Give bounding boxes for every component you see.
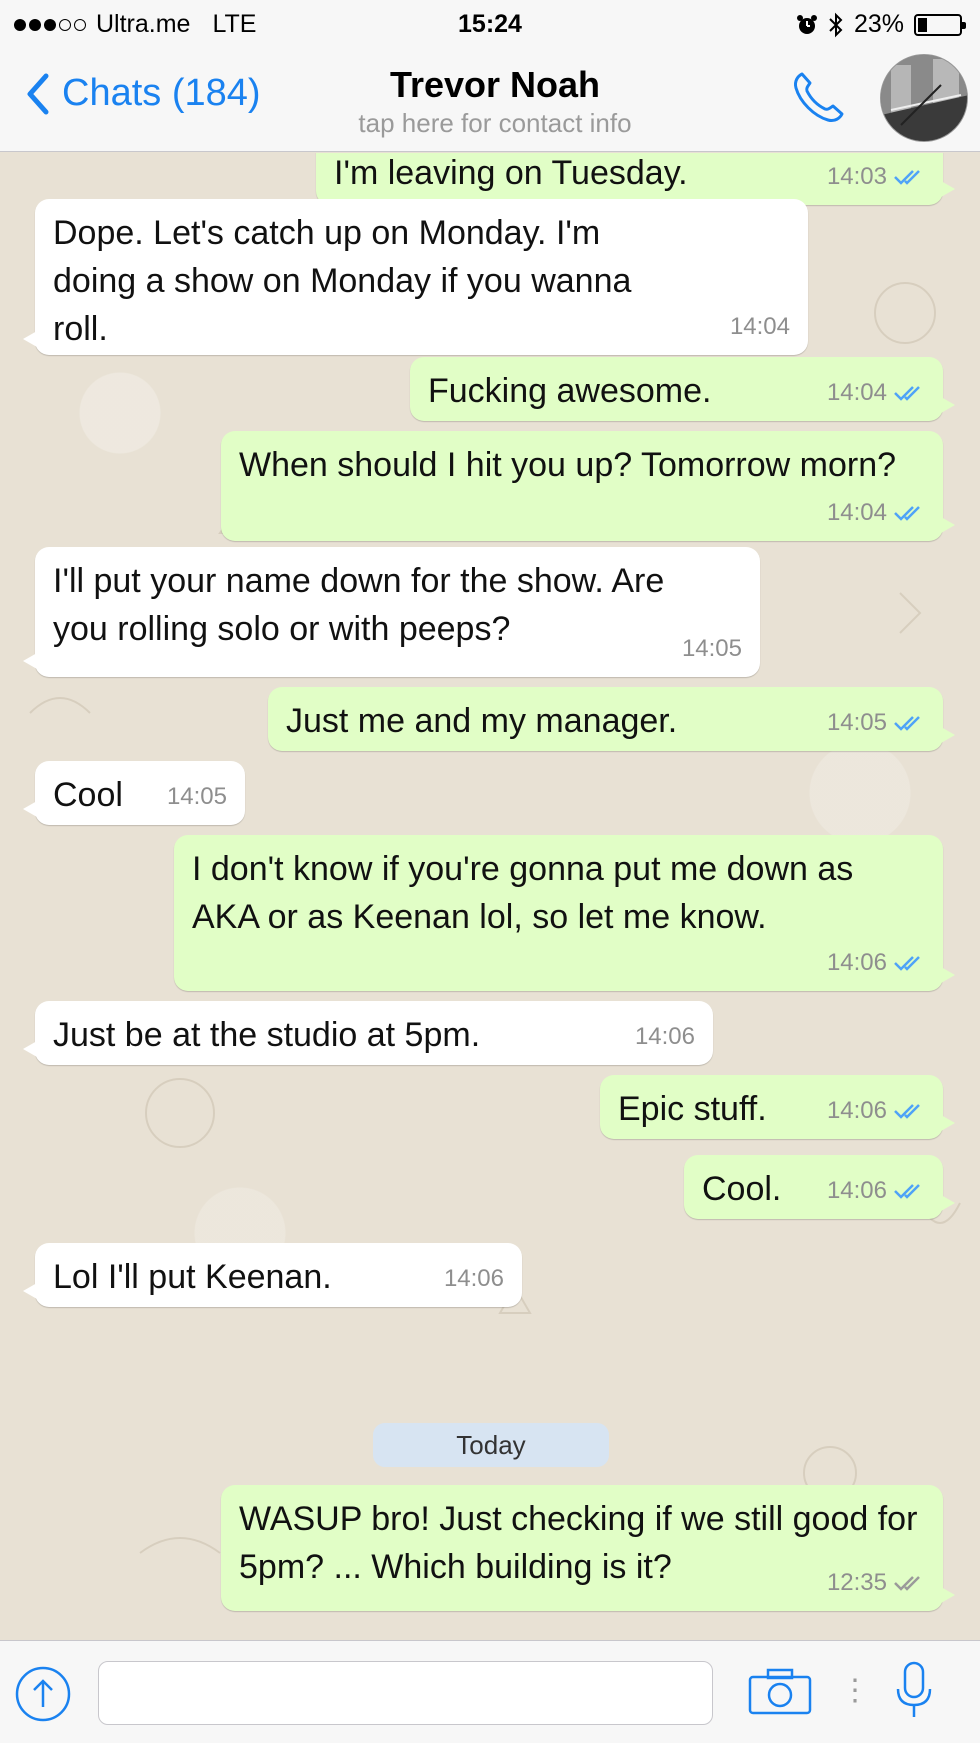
message-meta: 14:06	[827, 939, 925, 987]
battery-percent: 23%	[853, 10, 904, 38]
message-bubble-outgoing[interactable]: WASUP bro! Just checking if we still goo…	[221, 1485, 955, 1611]
message-meta: 14:06	[635, 1013, 695, 1061]
message-time: 14:05	[681, 635, 742, 662]
message-meta: 14:05	[167, 773, 227, 821]
message-bubble-incoming[interactable]: I'll put your name down for the show. Ar…	[23, 547, 760, 677]
message-meta: 12:35	[827, 1559, 925, 1607]
battery-icon	[914, 13, 966, 36]
message-text: Cool	[53, 776, 123, 814]
chat-messages[interactable]: I'm leaving on Tuesday. 14:03 Dope. Let'…	[0, 153, 980, 1640]
message-text: I'll put your name down for the show. Ar…	[53, 562, 665, 648]
message-bubble-outgoing[interactable]: When should I hit you up? Tomorrow morn?…	[221, 431, 955, 541]
message-meta: 14:06	[827, 1167, 925, 1215]
message-time: 14:06	[826, 949, 887, 976]
read-receipt-icon	[894, 506, 920, 521]
chat-header: Chats (184) Trevor Noah tap here for con…	[0, 50, 980, 152]
message-text: Lol I'll put Keenan.	[53, 1258, 332, 1296]
message-bubble-incoming[interactable]: Cool 14:05	[23, 761, 245, 825]
message-meta: 14:06	[444, 1255, 504, 1303]
message-meta: 14:05	[682, 625, 742, 673]
message-text: When should I hit you up? Tomorrow morn?	[239, 446, 897, 484]
message-bubble-outgoing[interactable]: Epic stuff. 14:06	[600, 1075, 955, 1139]
camera-icon	[748, 1668, 812, 1715]
message-composer: ⋮	[0, 1640, 980, 1743]
read-receipt-icon	[894, 956, 920, 971]
message-time: 14:06	[826, 1177, 887, 1204]
message-bubble-outgoing[interactable]: I'm leaving on Tuesday. 14:03	[316, 153, 955, 205]
microphone-button[interactable]	[894, 1659, 934, 1728]
contact-avatar[interactable]	[880, 54, 968, 142]
message-meta: 14:03	[827, 153, 925, 201]
message-text: I don't know if you're gonna put me down…	[192, 850, 854, 936]
message-text: Epic stuff.	[618, 1090, 767, 1128]
message-meta: 14:06	[827, 1087, 925, 1135]
message-bubble-incoming[interactable]: Just be at the studio at 5pm. 14:06	[23, 1001, 713, 1065]
share-button[interactable]	[14, 1665, 72, 1728]
status-bar: Ultra.me LTE 15:24 23%	[0, 0, 980, 50]
message-text: Just be at the studio at 5pm.	[53, 1016, 481, 1054]
message-time: 12:35	[826, 1569, 887, 1596]
message-text: I'm leaving on Tuesday.	[334, 154, 688, 192]
message-text: Just me and my manager.	[286, 702, 678, 740]
read-receipt-icon	[894, 170, 920, 185]
status-right: 23%	[796, 10, 966, 39]
message-meta: 14:04	[730, 303, 790, 351]
bluetooth-icon	[829, 12, 843, 37]
camera-button[interactable]	[748, 1667, 812, 1720]
message-bubble-outgoing[interactable]: I don't know if you're gonna put me down…	[174, 835, 955, 991]
delivered-receipt-icon	[894, 1576, 920, 1591]
message-meta: 14:05	[827, 699, 925, 747]
phone-icon	[794, 72, 844, 122]
message-time: 14:03	[826, 163, 887, 190]
message-text: Cool.	[702, 1170, 782, 1208]
message-bubble-outgoing[interactable]: Fucking awesome. 14:04	[410, 357, 955, 421]
more-options-icon[interactable]: ⋮	[840, 1673, 870, 1708]
read-receipt-icon	[894, 716, 920, 731]
message-text: WASUP bro! Just checking if we still goo…	[239, 1500, 918, 1586]
message-text: Fucking awesome.	[428, 372, 712, 410]
message-text: Dope. Let's catch up on Monday. I'm doin…	[53, 214, 632, 348]
read-receipt-icon	[894, 386, 920, 401]
date-separator: Today	[373, 1423, 609, 1467]
message-time: 14:04	[729, 313, 790, 340]
message-time: 14:06	[634, 1023, 695, 1050]
message-time: 14:06	[443, 1265, 504, 1292]
microphone-icon	[896, 1661, 932, 1717]
message-input[interactable]	[98, 1661, 713, 1725]
message-time: 14:05	[826, 709, 887, 736]
call-button[interactable]	[788, 68, 848, 133]
alarm-icon	[796, 14, 817, 34]
share-icon	[15, 1666, 71, 1722]
read-receipt-icon	[894, 1104, 920, 1119]
message-time: 14:04	[826, 379, 887, 406]
message-time: 14:06	[826, 1097, 887, 1124]
message-bubble-outgoing[interactable]: Just me and my manager. 14:05	[268, 687, 955, 751]
message-bubble-incoming[interactable]: Dope. Let's catch up on Monday. I'm doin…	[23, 199, 808, 355]
message-time: 14:04	[826, 499, 887, 526]
read-receipt-icon	[894, 1184, 920, 1199]
message-time: 14:05	[166, 783, 227, 810]
avatar-photo	[881, 55, 967, 141]
message-bubble-incoming[interactable]: Lol I'll put Keenan. 14:06	[23, 1243, 522, 1307]
message-bubble-outgoing[interactable]: Cool. 14:06	[684, 1155, 955, 1219]
message-meta: 14:04	[827, 369, 925, 417]
message-meta: 14:04	[827, 489, 925, 537]
